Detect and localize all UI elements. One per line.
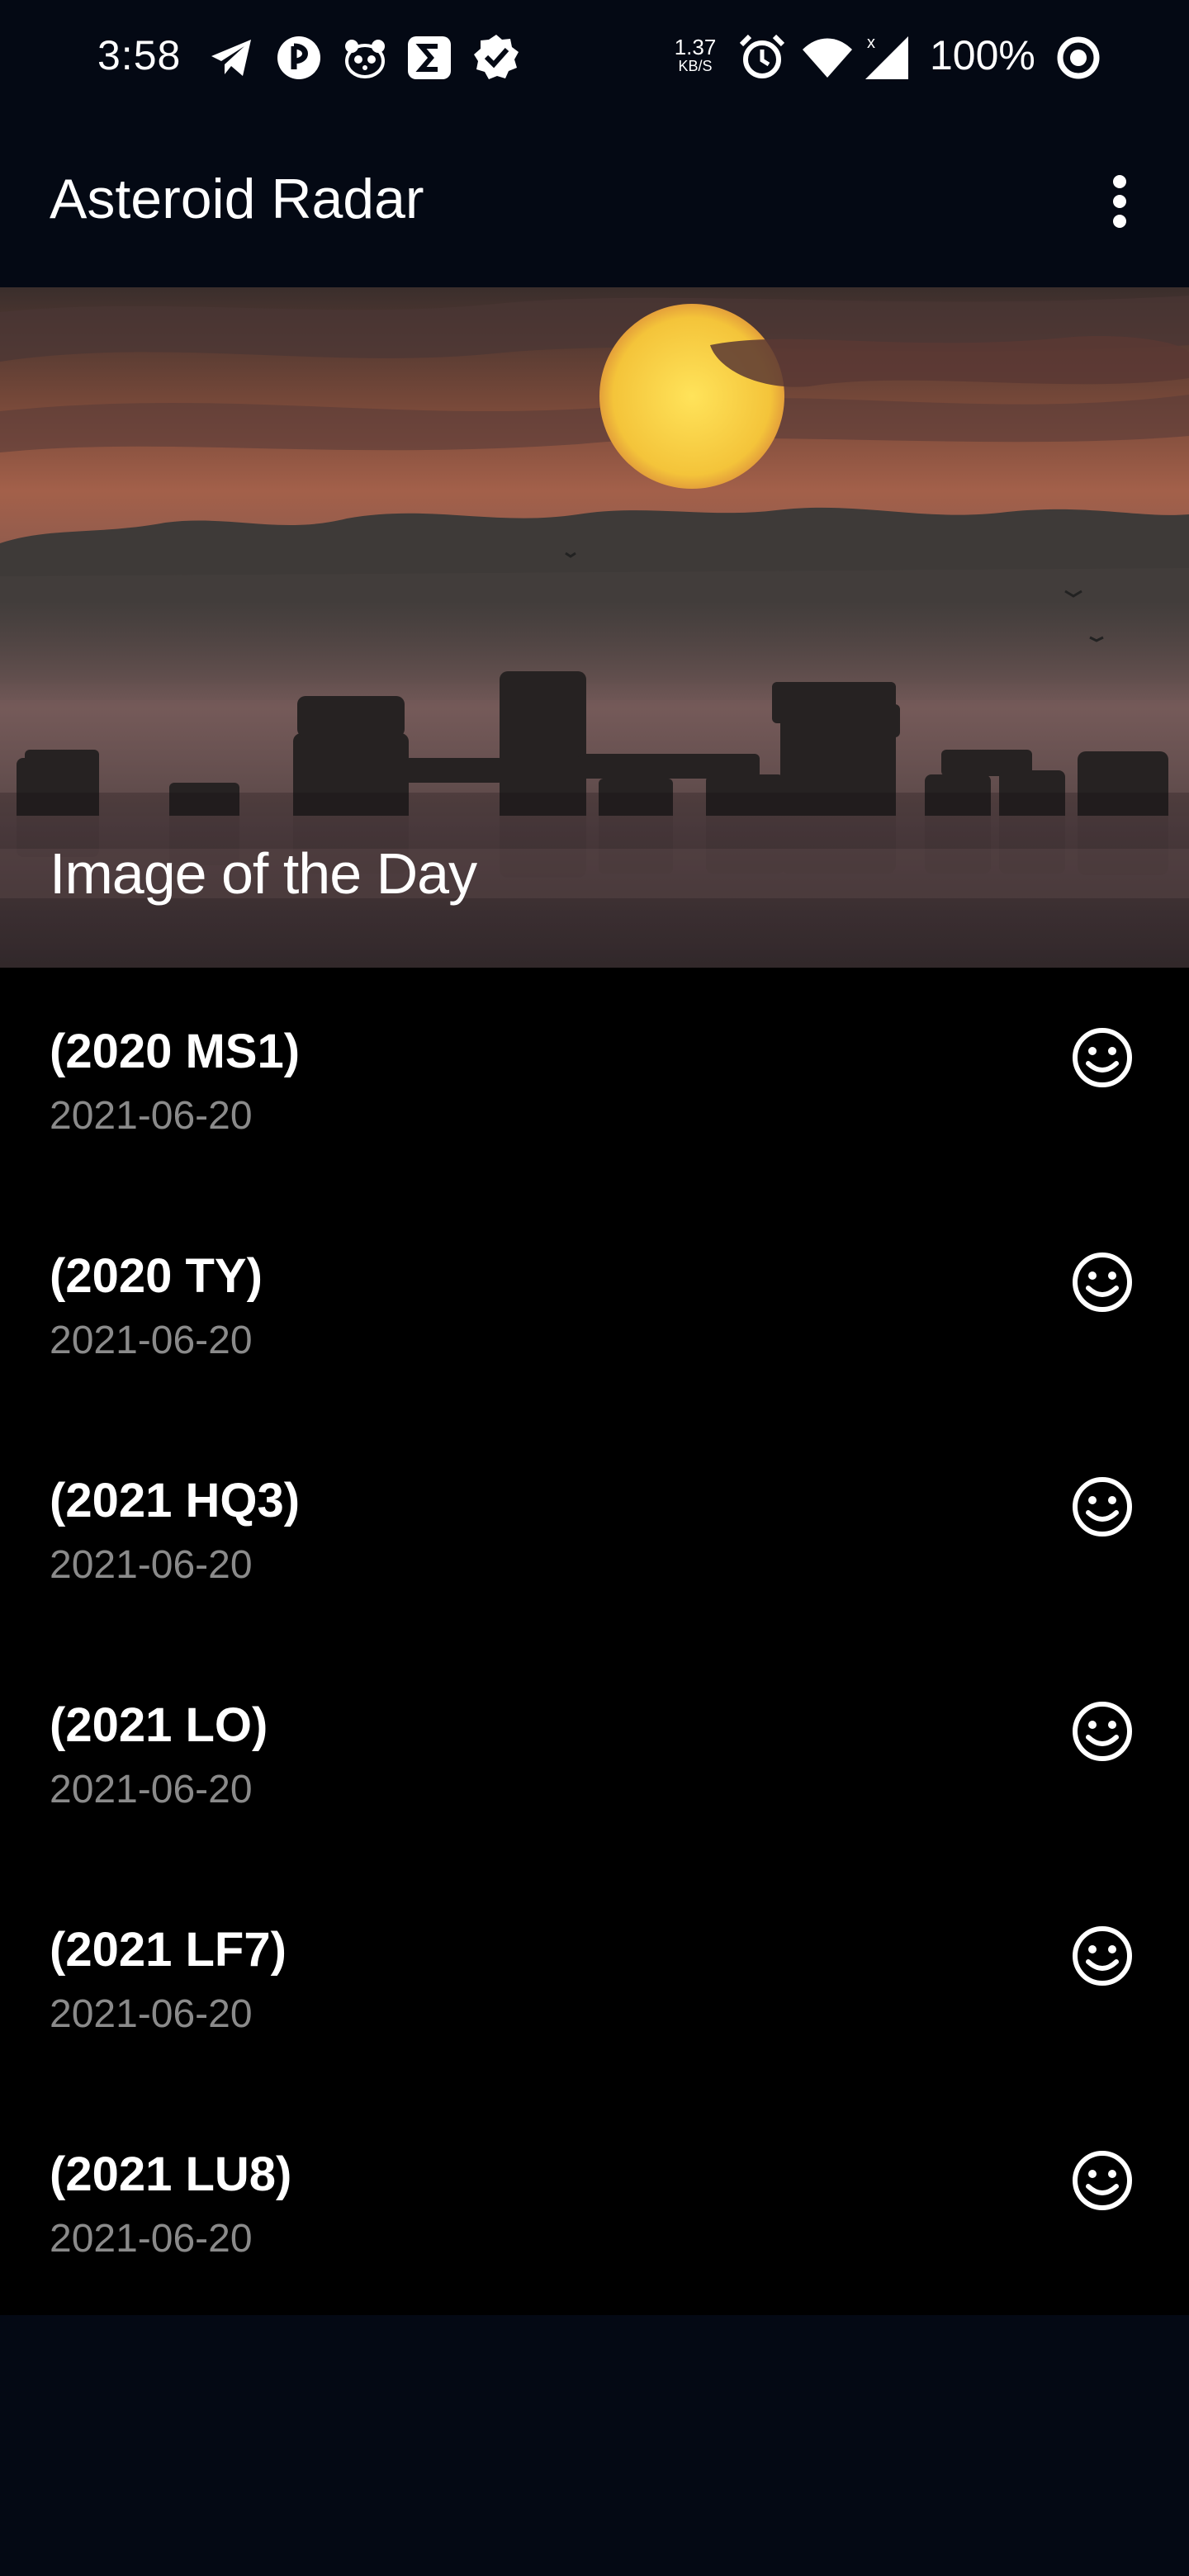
battery-icon bbox=[1057, 36, 1100, 79]
battery-percent: 100% bbox=[930, 32, 1035, 78]
image-of-the-day[interactable]: Image of the Day bbox=[0, 287, 1189, 968]
smile-icon bbox=[1073, 1477, 1132, 1537]
list-item[interactable]: (2021 HQ3) 2021-06-20 bbox=[0, 1417, 1189, 1641]
network-speed-unit: KB/S bbox=[678, 58, 713, 74]
asteroid-date: 2021-06-20 bbox=[50, 2217, 253, 2261]
network-speed-value: 1.37 bbox=[674, 35, 717, 59]
asteroid-name: (2020 TY) bbox=[50, 1249, 263, 1303]
pocket-casts-icon bbox=[277, 36, 320, 79]
svg-text:x: x bbox=[867, 34, 875, 52]
list-item[interactable]: (2020 MS1) 2021-06-20 bbox=[0, 968, 1189, 1192]
asteroid-name: (2021 LF7) bbox=[50, 1923, 287, 1977]
smile-icon bbox=[1073, 1252, 1132, 1312]
asteroid-date: 2021-06-20 bbox=[50, 1543, 253, 1587]
list-item[interactable]: (2021 LO) 2021-06-20 bbox=[0, 1641, 1189, 1866]
wifi-icon bbox=[803, 38, 852, 78]
asteroid-name: (2021 HQ3) bbox=[50, 1474, 301, 1527]
check-badge-icon bbox=[474, 35, 519, 79]
asteroid-name: (2021 LO) bbox=[50, 1698, 268, 1752]
status-time: 3:58 bbox=[97, 32, 182, 78]
status-bar: 3:58 1.37 KB/S x 100% bbox=[0, 0, 1189, 116]
panda-icon bbox=[345, 40, 385, 78]
app-bar: Asteroid Radar bbox=[0, 116, 1189, 287]
list-item[interactable]: (2021 LU8) 2021-06-20 bbox=[0, 2091, 1189, 2315]
asteroid-date: 2021-06-20 bbox=[50, 1992, 253, 2036]
smile-icon bbox=[1073, 1702, 1132, 1761]
network-speed: 1.37 KB/S bbox=[670, 36, 720, 74]
sigma-icon bbox=[408, 36, 451, 79]
asteroid-name: (2021 LU8) bbox=[50, 2147, 292, 2201]
alarm-icon bbox=[739, 34, 785, 78]
asteroid-name: (2020 MS1) bbox=[50, 1025, 301, 1078]
asteroid-date: 2021-06-20 bbox=[50, 1768, 253, 1811]
more-vert-icon[interactable] bbox=[1098, 165, 1141, 241]
smile-icon bbox=[1073, 1926, 1132, 1986]
telegram-icon bbox=[211, 40, 251, 76]
app-title: Asteroid Radar bbox=[50, 168, 424, 230]
empty-background bbox=[0, 2315, 1189, 2576]
asteroid-date: 2021-06-20 bbox=[50, 1319, 253, 1362]
list-item[interactable]: (2021 LF7) 2021-06-20 bbox=[0, 1866, 1189, 2091]
list-item[interactable]: (2020 TY) 2021-06-20 bbox=[0, 1192, 1189, 1417]
image-of-the-day-caption: Image of the Day bbox=[50, 841, 477, 906]
asteroid-date: 2021-06-20 bbox=[50, 1094, 253, 1138]
asteroid-list[interactable]: (2020 MS1) 2021-06-20 (2020 TY) 2021-06-… bbox=[0, 968, 1189, 2315]
smile-icon bbox=[1073, 1028, 1132, 1087]
smile-icon bbox=[1073, 2151, 1132, 2210]
signal-icon: x bbox=[865, 34, 908, 79]
